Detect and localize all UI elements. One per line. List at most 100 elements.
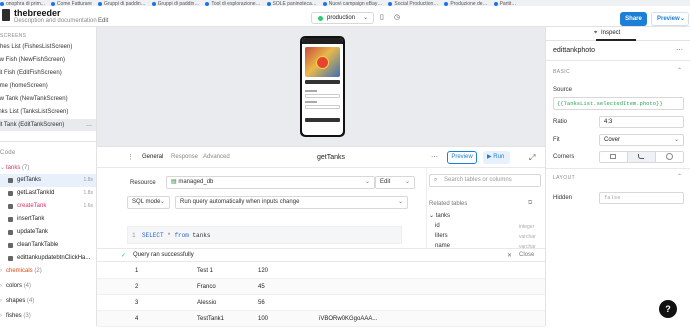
chevron-down-icon: ⌄ [364,179,370,185]
phone-field [305,94,340,98]
tab-response[interactable]: Response [171,154,198,160]
table-row[interactable]: 3 Alessio 56 [97,295,545,311]
sql-editor[interactable]: 1 SELECT * from tanks [127,226,402,244]
query-panel: ⋮ General Response Advanced getTanks ⋯ P… [97,146,545,327]
query-item[interactable]: getLastTankId 1.8s [0,187,96,200]
folder-item[interactable]: › colors (4) [0,281,31,291]
copy-icon[interactable]: ⧉ [528,200,532,207]
table-row[interactable]: 2 Franco 45 [97,279,545,295]
schema-table-label: tanks [435,213,451,219]
folder-item[interactable]: › shapes (4) [0,296,34,306]
table-cell: 2 [135,284,139,290]
resource-select[interactable]: ▤ managed_db ⌄ [166,176,375,189]
tank-photo[interactable] [305,47,340,77]
query-item[interactable]: cleanTankTable [0,239,96,252]
left-panel-toggle-icon[interactable]: ▯ [380,13,384,21]
screen-item[interactable]: Tanks List (TanksListScreen) [0,106,96,118]
tab-advanced[interactable]: Advanced [203,154,230,160]
environment-selector[interactable]: production ⌄ [311,12,374,24]
query-item[interactable]: edittankupdatebtnClickHa... [0,252,96,265]
fit-label: Fit [553,137,560,143]
folder-count: (3) [23,313,31,319]
query-item[interactable]: insertTank [0,213,96,226]
corner-circle-option[interactable] [656,152,684,162]
table-cell: Franco [197,284,216,290]
screen-item[interactable]: Edit Fish (EditFishScreen) [0,67,96,79]
left-panel: SCREENS Fishes List (FishesListScreen) Ne… [0,27,97,326]
table-cell: 45 [258,284,265,290]
folder-count: (4) [23,283,32,289]
share-button[interactable]: Share [620,12,647,26]
ratio-input[interactable]: 4:3 [599,116,684,128]
run-mode-select[interactable]: Run query automatically when inputs chan… [175,196,408,209]
panel-toggle-icon[interactable]: ⋮ [127,153,134,161]
query-item[interactable]: updateTank [0,226,96,239]
close-icon[interactable]: ✕ [507,252,512,259]
screen-item[interactable]: New Fish (NewFishScreen) [0,54,96,66]
help-button[interactable]: ? [659,300,677,318]
query-item[interactable]: createTank 1.6s [0,200,96,213]
schema-column-name[interactable]: id [435,223,440,229]
source-input[interactable]: {{TanksList.selectedItem.photo}} [553,97,684,110]
app-description[interactable]: Description and documentation [14,18,97,24]
more-icon[interactable]: ⋯ [676,46,683,54]
chevron-down-icon: ⌄ [362,15,368,21]
code-header: Code [0,150,16,156]
screen-item[interactable]: Fishes List (FishesListScreen) [0,41,96,53]
corner-rounded-option[interactable] [628,152,656,162]
query-item[interactable]: getTanks 1.8s [0,174,96,187]
expand-icon[interactable]: ⤢ [529,153,535,163]
table-row[interactable]: 4 TestTank1 100 iVBORw0KGgoAAA... [97,311,545,327]
query-icon [8,217,13,222]
inspect-icon: ⌖ [594,30,598,36]
tab-general[interactable]: General [142,154,163,160]
screen-item-label: New Tank (NewTankScreen) [0,96,68,102]
corner-square-option[interactable] [600,152,628,162]
folder-item[interactable]: › fishes (3) [0,311,31,321]
more-icon[interactable]: ⋯ [431,153,438,161]
component-name[interactable]: edittankphoto [553,47,595,54]
query-header: ⋮ General Response Advanced getTanks ⋯ P… [97,147,545,168]
preview-button[interactable]: Preview ⌄ [651,12,689,26]
screen-item[interactable]: Home (homeScreen) [0,80,96,92]
line-number: 1 [132,232,136,239]
tab-underline [596,39,636,41]
query-preview-button[interactable]: Preview [447,151,477,164]
canvas[interactable] [97,27,545,146]
screen-item[interactable]: New Tank (NewTankScreen) [0,93,96,105]
query-title[interactable]: getTanks [317,154,345,161]
corners-segmented-control [599,151,684,163]
fit-select[interactable]: Cover ⌄ [599,134,684,146]
tanks-folder[interactable]: ⌄tanks (7) [0,163,29,173]
resource-mode-select[interactable]: Edit ⌄ [375,176,415,189]
folder-item[interactable]: › chemicals (2) [0,266,42,276]
query-item-label: updateTank [17,229,49,235]
schema-search-input[interactable]: ⌕ Search tables or columns [429,174,541,187]
more-icon[interactable]: … [86,119,92,131]
search-icon: ⌕ [434,177,438,183]
hidden-input[interactable]: false [599,192,684,204]
screen-item[interactable]: Edit Tank (EditTankScreen) … [0,119,96,131]
tab-inspect[interactable]: Inspect [601,30,620,36]
schema-table-name[interactable]: ⌄ tanks [429,212,450,219]
screen-item-label: Edit Tank (EditTankScreen) [0,122,65,128]
screen-item-label: Home (homeScreen) [0,83,48,89]
sql-mode-select[interactable]: SQL mode ⌄ [127,196,170,209]
edit-description-link[interactable]: Edit [98,18,108,24]
collapse-icon[interactable]: ⌃ [677,67,682,74]
folder-label: fishes [6,313,22,319]
query-run-button[interactable]: ▶ Run [483,151,510,164]
fit-value: Cover [604,137,621,143]
close-button[interactable]: Close [519,252,534,258]
query-item-label: insertTank [17,216,45,222]
table-row[interactable]: 1 Test 1 120 [97,263,545,279]
history-icon[interactable]: ◷ [394,13,400,21]
query-icon [8,204,13,209]
phone-preview[interactable] [300,36,345,137]
app-name[interactable]: thebreeder [14,8,61,18]
table-cell: 3 [135,300,139,306]
source-label: Source [553,87,573,93]
table-cell: TestTank1 [197,316,225,322]
schema-column-name[interactable]: liters [435,233,448,239]
collapse-icon[interactable]: ⌃ [677,173,682,180]
